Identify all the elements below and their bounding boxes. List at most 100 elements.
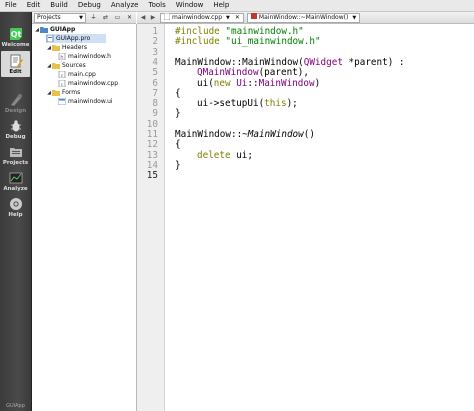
- menu-build[interactable]: Build: [45, 0, 73, 11]
- tree-form-file-label: mainwindow.ui: [68, 98, 113, 105]
- tree-source-main-label: main.cpp: [68, 71, 96, 78]
- svg-text:c: c: [61, 82, 63, 87]
- tree-form-file[interactable]: mainwindow.ui: [58, 97, 113, 106]
- code-line: delete ui;: [175, 149, 253, 161]
- mode-edit[interactable]: Edit: [1, 51, 30, 77]
- split-icon[interactable]: ▭: [113, 14, 122, 22]
- folder-icon: [52, 44, 60, 51]
- code-editor[interactable]: #include "mainwindow.h" #include "ui_mai…: [166, 24, 474, 411]
- code-text: ui(: [197, 77, 214, 89]
- code-line: #include "ui_mainwindow.h": [175, 37, 321, 47]
- tree-source-main[interactable]: c main.cpp: [58, 70, 96, 79]
- function-name: ~MainWindow: [242, 129, 304, 140]
- keyword: delete: [197, 149, 231, 161]
- tree-sources[interactable]: ◢ Sources: [46, 61, 86, 70]
- code-text: ui->setupUi(: [197, 98, 265, 110]
- source-file-icon: c: [58, 71, 66, 78]
- tree-project-label: GUIApp: [50, 26, 76, 33]
- back-icon[interactable]: ◀: [139, 14, 147, 22]
- code-line: {: [175, 139, 181, 151]
- menu-debug[interactable]: Debug: [73, 0, 106, 11]
- active-project-label[interactable]: GUIApp: [0, 403, 31, 409]
- chevron-down-icon: ▼: [226, 14, 230, 21]
- line-number-current: 15: [146, 170, 158, 182]
- tree-source-mainwindow[interactable]: c mainwindow.cpp: [58, 79, 118, 88]
- line-number-gutter: 1 2 3 4 5 6 7 8 9 10 11 12 13 14 15: [137, 24, 165, 411]
- mode-design[interactable]: Design: [1, 90, 30, 116]
- mode-label: Analyze: [3, 186, 28, 192]
- edit-icon: [8, 53, 24, 68]
- close-document-icon[interactable]: ✕: [235, 14, 240, 22]
- tree-project[interactable]: ◢ GUIApp: [34, 25, 75, 34]
- symbol-combo[interactable]: MainWindow::~MainWindow() ▼: [246, 12, 361, 23]
- code-line: ui->setupUi(this);: [175, 98, 298, 110]
- cpp-file-icon: [163, 12, 171, 23]
- code-text: ui;: [230, 149, 253, 161]
- folder-icon: [52, 62, 60, 69]
- line-number: 5: [152, 67, 158, 79]
- pro-file-icon: [46, 35, 54, 42]
- filter-icon[interactable]: ⏚: [89, 14, 98, 22]
- header-file-icon: h: [58, 53, 66, 60]
- folder-icon: [52, 89, 60, 96]
- close-icon[interactable]: ✕: [125, 14, 134, 22]
- mode-label: Welcome: [1, 42, 30, 48]
- code-line: MainWindow::~MainWindow(): [175, 129, 315, 140]
- menu-edit[interactable]: Edit: [22, 0, 46, 11]
- tree-header-file-label: mainwindow.h: [68, 53, 111, 60]
- tree-forms-label: Forms: [62, 89, 81, 96]
- projects-icon: [8, 144, 24, 159]
- tree-sources-label: Sources: [62, 62, 86, 69]
- form-file-icon: [58, 98, 66, 105]
- tree-header-file[interactable]: h mainwindow.h: [58, 52, 111, 61]
- forward-icon[interactable]: ▶: [149, 14, 157, 22]
- tree-pro-file[interactable]: GUIApp.pro: [46, 34, 106, 43]
- code-text: );: [286, 98, 298, 110]
- mode-sidebar: Qt Welcome Edit Design Debug Projects An…: [0, 12, 32, 411]
- chevron-down-icon: ▼: [79, 14, 83, 21]
- type-name: QWidget: [303, 56, 343, 68]
- mode-label: Debug: [5, 134, 26, 140]
- symbol-label: MainWindow::~MainWindow(): [258, 13, 349, 21]
- tree-headers[interactable]: ◢ Headers: [46, 43, 87, 52]
- projects-toolbar: Projects ▼ ⏚ ⇄ ▭ ✕: [32, 12, 136, 24]
- analyze-icon: [8, 170, 24, 185]
- tree-pro-file-label: GUIApp.pro: [56, 35, 91, 42]
- menu-analyze[interactable]: Analyze: [106, 0, 144, 11]
- open-file-label: mainwindow.cpp: [172, 13, 223, 21]
- code-line: }: [175, 159, 181, 171]
- link-icon[interactable]: ⇄: [101, 14, 110, 22]
- menu-help[interactable]: Help: [208, 0, 234, 11]
- function-icon: [250, 13, 257, 22]
- code-text: MainWindow::: [175, 129, 243, 140]
- code-line: ui(new Ui::MainWindow): [175, 77, 321, 89]
- view-selector[interactable]: Projects ▼: [34, 12, 86, 23]
- tree-forms[interactable]: ◢ Forms: [46, 88, 80, 97]
- chevron-down-icon: ▼: [352, 14, 357, 21]
- mode-label: Edit: [9, 69, 22, 75]
- mode-label: Help: [8, 212, 23, 218]
- menu-file[interactable]: File: [0, 0, 22, 11]
- mode-label: Design: [4, 108, 27, 114]
- svg-text:Qt: Qt: [10, 30, 21, 39]
- type-name: MainWindow: [258, 77, 315, 89]
- code-text: (): [303, 129, 315, 140]
- keyword: new: [213, 77, 231, 89]
- tree-headers-label: Headers: [62, 44, 87, 51]
- design-icon: [8, 92, 24, 107]
- menu-tools[interactable]: Tools: [143, 0, 170, 11]
- code-text: ::: [247, 77, 259, 89]
- open-documents-combo[interactable]: mainwindow.cpp ▼ ✕: [160, 12, 244, 23]
- mode-projects[interactable]: Projects: [1, 142, 30, 168]
- mode-analyze[interactable]: Analyze: [1, 168, 30, 194]
- code-line: }: [175, 108, 181, 120]
- menu-window[interactable]: Window: [171, 0, 209, 11]
- mode-welcome[interactable]: Qt Welcome: [1, 24, 30, 50]
- namespace-name: Ui: [236, 77, 248, 89]
- svg-text:c: c: [61, 73, 63, 78]
- mode-help[interactable]: Help: [1, 194, 30, 220]
- keyword: this: [264, 98, 287, 110]
- code-text: ): [314, 77, 321, 89]
- mode-debug[interactable]: Debug: [1, 116, 30, 142]
- editor-toolbar: ◀ ▶ mainwindow.cpp ▼ ✕ MainWindow::~Main…: [137, 12, 474, 24]
